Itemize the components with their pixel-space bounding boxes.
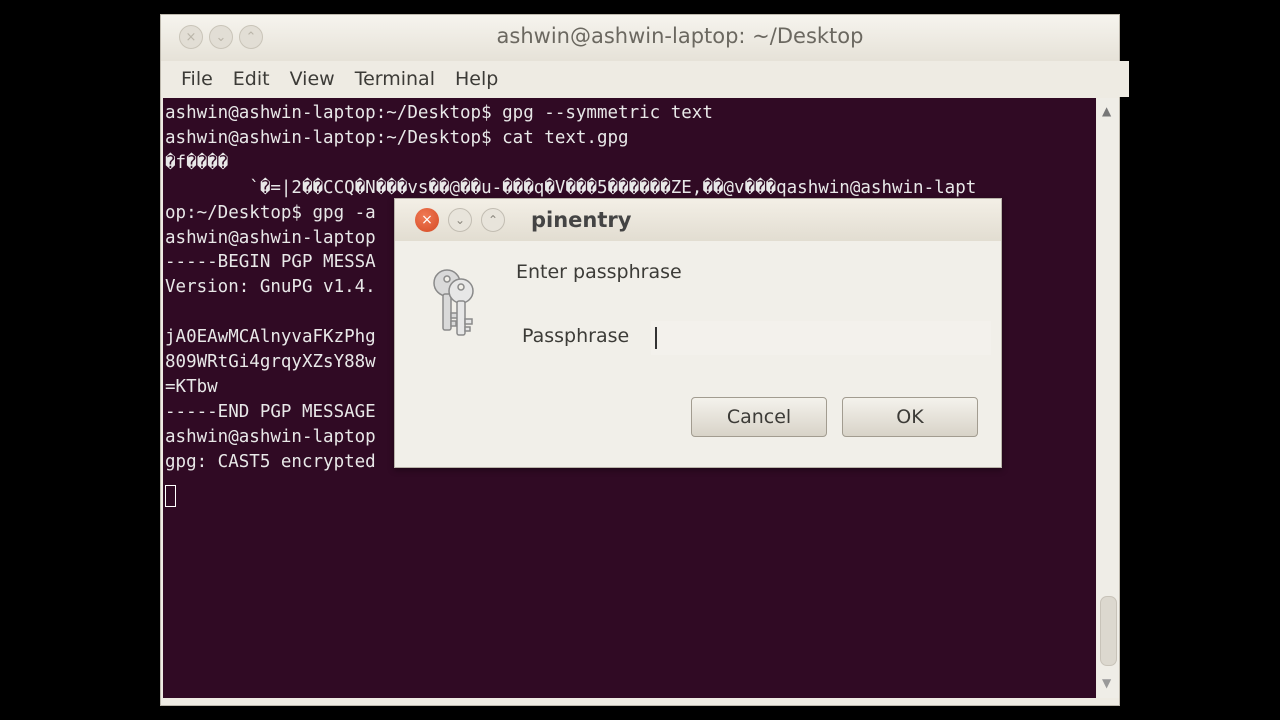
menubar: File Edit View Terminal Help [161,61,1129,97]
menu-file[interactable]: File [171,68,223,90]
menu-view[interactable]: View [280,68,345,90]
dialog-title: pinentry [531,208,632,232]
dialog-maximize-icon[interactable]: ⌃ [481,208,505,232]
input-caret [655,327,657,349]
menu-help[interactable]: Help [445,68,508,90]
passphrase-input[interactable] [651,321,991,355]
dialog-minimize-icon[interactable]: ⌄ [448,208,472,232]
pinentry-dialog: × ⌄ ⌃ pinentry Enter passphrase Passphra… [394,198,1002,468]
scroll-up-icon[interactable]: ▲ [1102,104,1111,118]
terminal-cursor [165,485,176,507]
scroll-down-icon[interactable]: ▼ [1102,676,1111,690]
ok-button[interactable]: OK [842,397,978,437]
window-title: ashwin@ashwin-laptop: ~/Desktop [496,24,864,48]
terminal-line: �f���� [165,152,229,173]
keys-icon [433,269,474,336]
cancel-button[interactable]: Cancel [691,397,827,437]
menu-edit[interactable]: Edit [223,68,280,90]
window-titlebar[interactable]: × ⌄ ⌃ ashwin@ashwin-laptop: ~/Desktop [161,15,1119,61]
terminal-line: ashwin@ashwin-laptop:~/Desktop$ gpg --sy… [165,103,713,123]
dialog-close-icon[interactable]: × [415,208,439,232]
passphrase-label: Passphrase [522,325,630,347]
terminal-scrollbar[interactable]: ▲ ▼ [1097,98,1119,698]
dialog-titlebar[interactable]: × ⌄ ⌃ pinentry [395,199,1001,241]
menu-terminal[interactable]: Terminal [345,68,445,90]
dialog-description: Enter passphrase [516,261,682,283]
terminal-line: ashwin@ashwin-laptop:~/Desktop$ cat text… [165,127,629,148]
scrollbar-thumb[interactable] [1100,596,1117,666]
terminal-line: `�=|2��CCQ�N���vs��@��u-���q�V���5������… [165,177,977,198]
